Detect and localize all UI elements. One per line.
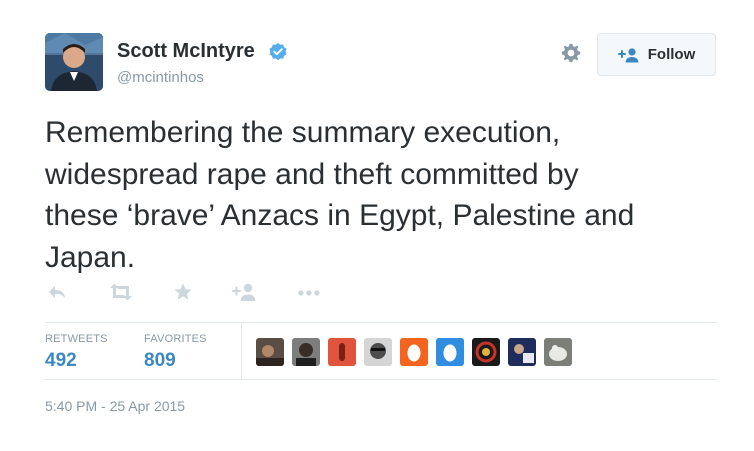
favoriter-avatar[interactable] — [544, 338, 572, 366]
follow-icon — [232, 283, 256, 301]
default-egg-avatar-icon — [400, 338, 428, 366]
retweets-label: RETWEETS — [45, 333, 108, 345]
more-options-button[interactable] — [297, 282, 321, 304]
stats-divider-bottom — [45, 379, 717, 380]
default-egg-avatar-icon — [436, 338, 464, 366]
user-photo-avatar-icon — [45, 33, 103, 91]
user-photo-avatar-icon — [364, 338, 392, 366]
tweet-text-line: Remembering the summary execution, — [45, 116, 561, 149]
user-photo-avatar-icon — [328, 338, 356, 366]
favorites-stat[interactable]: FAVORITES 809 — [144, 333, 207, 372]
reply-button[interactable] — [47, 282, 67, 304]
follow-button-label: Follow — [647, 46, 696, 63]
favorites-label: FAVORITES — [144, 333, 207, 345]
author-name[interactable]: Scott McIntyre — [117, 40, 255, 63]
tweet-text-line: widespread rape and theft committed by — [45, 157, 579, 191]
stats-divider-vertical — [241, 323, 242, 379]
stats-divider-top — [45, 322, 717, 323]
favoriter-avatar[interactable] — [472, 338, 500, 366]
favoriter-avatar[interactable] — [508, 338, 536, 366]
favorites-count: 809 — [144, 350, 176, 371]
verified-badge-icon — [269, 43, 287, 61]
favorite-button[interactable] — [173, 282, 193, 304]
follow-action-button[interactable] — [232, 282, 258, 304]
favoriter-avatar[interactable] — [256, 338, 284, 366]
favoriter-avatar[interactable] — [436, 338, 464, 366]
favoriter-avatar[interactable] — [400, 338, 428, 366]
tweet-timestamp[interactable]: 5:40 PM - 25 Apr 2015 — [45, 398, 185, 414]
gear-icon[interactable] — [560, 42, 582, 64]
tweet-text: Remembering the summary execution, wides… — [45, 112, 735, 278]
user-photo-avatar-icon — [544, 338, 572, 366]
author-avatar[interactable] — [45, 33, 103, 91]
reply-icon — [49, 286, 65, 298]
tweet-text-line: these ‘brave’ Anzacs in Egypt, Palestine… — [45, 199, 635, 232]
retweet-icon — [110, 283, 132, 301]
retweets-stat[interactable]: RETWEETS 492 — [45, 333, 108, 372]
author-handle[interactable]: @mcintinhos — [117, 69, 204, 86]
user-photo-avatar-icon — [256, 338, 284, 366]
add-user-icon — [617, 47, 639, 62]
retweet-button[interactable] — [108, 282, 134, 304]
tweet-text-line: Japan. — [45, 240, 136, 274]
favoriter-avatar[interactable] — [292, 338, 320, 366]
more-options-icon — [298, 290, 320, 296]
favoriter-avatar[interactable] — [364, 338, 392, 366]
favoriter-avatar[interactable] — [328, 338, 356, 366]
retweets-count: 492 — [45, 350, 77, 371]
user-photo-avatar-icon — [508, 338, 536, 366]
user-photo-avatar-icon — [292, 338, 320, 366]
user-photo-avatar-icon — [472, 338, 500, 366]
favorite-star-icon — [174, 283, 192, 300]
follow-button[interactable]: Follow — [597, 33, 716, 76]
